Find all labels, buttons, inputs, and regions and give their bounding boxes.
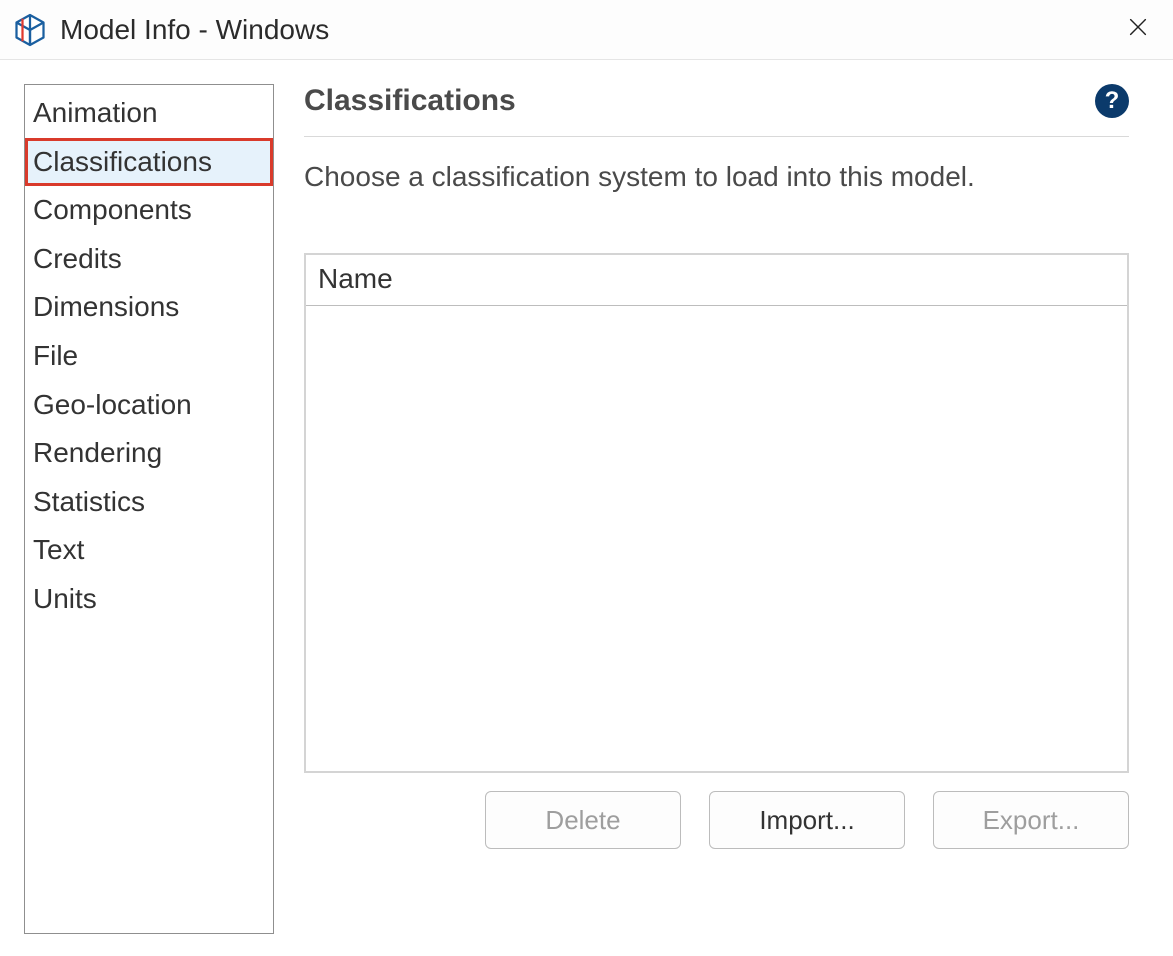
sidebar-item-animation[interactable]: Animation [25, 89, 273, 138]
close-button[interactable] [1115, 7, 1161, 53]
sidebar-item-statistics[interactable]: Statistics [25, 478, 273, 527]
sidebar-item-components[interactable]: Components [25, 186, 273, 235]
close-icon [1127, 16, 1149, 43]
sidebar-item-rendering[interactable]: Rendering [25, 429, 273, 478]
sidebar-item-geo-location[interactable]: Geo-location [25, 381, 273, 430]
button-row: Delete Import... Export... [304, 791, 1129, 849]
export-button[interactable]: Export... [933, 791, 1129, 849]
window-title: Model Info - Windows [60, 14, 329, 46]
titlebar: Model Info - Windows [0, 0, 1173, 60]
sidebar-item-file[interactable]: File [25, 332, 273, 381]
sidebar-item-classifications[interactable]: Classifications [25, 138, 273, 187]
sidebar: Animation Classifications Components Cre… [24, 84, 274, 934]
classification-table[interactable]: Name [304, 253, 1129, 773]
table-column-name: Name [318, 263, 393, 294]
body-area: Animation Classifications Components Cre… [0, 60, 1173, 956]
sidebar-item-units[interactable]: Units [25, 575, 273, 624]
table-header[interactable]: Name [306, 255, 1127, 306]
panel-description: Choose a classification system to load i… [304, 161, 1129, 193]
panel-header: Classifications ? [304, 84, 1129, 137]
sidebar-item-text[interactable]: Text [25, 526, 273, 575]
titlebar-left: Model Info - Windows [12, 12, 329, 48]
app-icon [12, 12, 48, 48]
help-icon[interactable]: ? [1095, 84, 1129, 118]
sidebar-item-credits[interactable]: Credits [25, 235, 273, 284]
main-panel: Classifications ? Choose a classificatio… [304, 84, 1149, 932]
sidebar-item-dimensions[interactable]: Dimensions [25, 283, 273, 332]
delete-button[interactable]: Delete [485, 791, 681, 849]
import-button[interactable]: Import... [709, 791, 905, 849]
panel-title: Classifications [304, 84, 516, 118]
